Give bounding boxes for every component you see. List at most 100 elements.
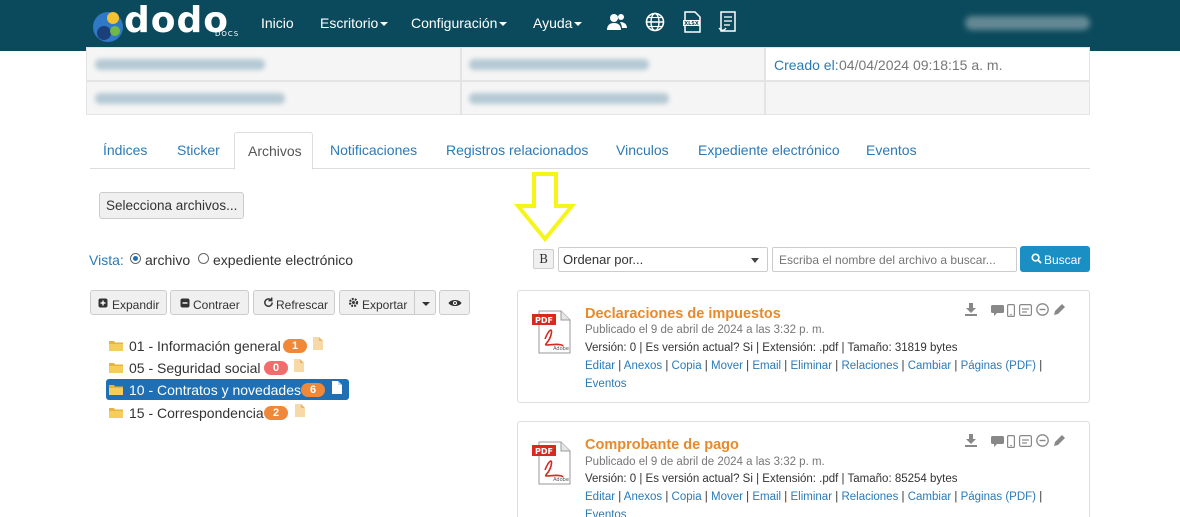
user-menu[interactable] (965, 16, 1090, 30)
mobile-icon[interactable] (1007, 304, 1015, 317)
events-link[interactable]: Eventos (585, 509, 627, 517)
nav-inicio[interactable]: Inicio (261, 15, 294, 31)
collapse-label: Contraer (193, 298, 240, 312)
count-badge: 2 (264, 406, 288, 420)
export-label: Exportar (362, 298, 408, 312)
edit-link[interactable]: Editar (585, 360, 615, 372)
comment-icon[interactable] (991, 436, 1004, 447)
comment-icon[interactable] (991, 305, 1004, 316)
id-card-icon[interactable] (1019, 304, 1032, 316)
attachments-link[interactable]: Anexos (624, 360, 662, 372)
bold-toggle-button[interactable]: B (533, 249, 554, 269)
refresh-label: Refrescar (276, 298, 329, 312)
redacted-text (469, 59, 649, 70)
email-link[interactable]: Email (752, 491, 781, 503)
export-dropdown-button[interactable] (414, 290, 436, 315)
gear-icon (348, 297, 359, 308)
dodo-logo[interactable]: dodo DOCS (90, 0, 240, 46)
select-files-button[interactable]: Selecciona archivos... (99, 192, 244, 219)
nav-escritorio[interactable]: Escritorio (320, 15, 389, 31)
eye-icon (448, 300, 462, 306)
collapse-icon (180, 298, 190, 308)
order-by-select[interactable]: Ordenar por... (558, 247, 768, 272)
tab-archivos-label: Archivos (248, 143, 302, 159)
file-icon (295, 404, 305, 417)
file-search-input[interactable] (772, 247, 1017, 272)
id-card-icon[interactable] (1019, 435, 1032, 447)
pdf-pages-link[interactable]: Páginas (PDF) (961, 491, 1036, 503)
pdf-file-icon: PDF Adobe (532, 310, 571, 354)
attachments-link[interactable]: Anexos (624, 491, 662, 503)
events-link[interactable]: Eventos (585, 378, 627, 390)
top-navbar: dodo DOCS Inicio Escritorio Configuració… (0, 0, 1180, 51)
file-card: PDF Adobe Declaraciones de impuestos Pub… (517, 290, 1090, 403)
globe-icon[interactable] (644, 11, 666, 33)
search-button[interactable]: Buscar (1020, 246, 1090, 272)
view-toggle-button[interactable] (439, 290, 470, 315)
nav-ayuda-label: Ayuda (533, 15, 573, 31)
select-files-label: Selecciona archivos... (106, 198, 238, 213)
radio-expediente[interactable] (198, 253, 209, 264)
change-link[interactable]: Cambiar (908, 491, 951, 503)
expand-button[interactable]: Expandir (90, 290, 167, 315)
file-card: PDF Adobe Comprobante de pago Publicado … (517, 421, 1090, 517)
tab-expediente-electronico[interactable]: Expediente electrónico (698, 142, 840, 158)
tab-indices[interactable]: Índices (103, 142, 147, 158)
file-published: Publicado el 9 de abril de 2024 a las 3:… (585, 324, 825, 336)
caret-down-icon (422, 302, 430, 306)
relations-link[interactable]: Relaciones (841, 491, 898, 503)
move-link[interactable]: Mover (711, 360, 743, 372)
copy-link[interactable]: Copia (672, 360, 702, 372)
pdf-file-icon: PDF Adobe (532, 441, 571, 485)
logo-subtext: DOCS (215, 30, 240, 38)
nav-configuracion[interactable]: Configuración (411, 15, 508, 31)
refresh-button[interactable]: Refrescar (253, 290, 335, 315)
annotation-arrow-icon (514, 172, 576, 243)
caret-down-icon (751, 258, 759, 263)
file-title[interactable]: Declaraciones de impuestos (585, 306, 781, 322)
created-label: Creado el: (774, 57, 839, 73)
download-icon[interactable] (965, 303, 977, 316)
radio-archivo[interactable] (130, 253, 141, 264)
delete-link[interactable]: Eliminar (791, 491, 833, 503)
tab-archivos[interactable]: Archivos (234, 132, 313, 170)
file-published: Publicado el 9 de abril de 2024 a las 3:… (585, 456, 825, 468)
download-icon[interactable] (965, 434, 977, 447)
export-button[interactable]: Exportar (339, 290, 415, 315)
folder-icon (109, 341, 123, 351)
tab-eventos[interactable]: Eventos (866, 142, 917, 158)
tab-vinculos[interactable]: Vinculos (616, 142, 669, 158)
expand-label: Expandir (112, 298, 160, 312)
mobile-icon[interactable] (1007, 435, 1015, 448)
refresh-icon (264, 297, 273, 307)
logo-text: dodo (124, 0, 230, 41)
pdf-pages-link[interactable]: Páginas (PDF) (961, 360, 1036, 372)
tab-sticker[interactable]: Sticker (177, 142, 220, 158)
view-label: Vista: (89, 252, 124, 268)
tab-registros-relacionados[interactable]: Registros relacionados (446, 142, 588, 158)
svg-text:PDF: PDF (535, 447, 553, 456)
email-link[interactable]: Email (752, 360, 781, 372)
move-link[interactable]: Mover (711, 491, 743, 503)
count-badge: 1 (283, 339, 307, 353)
users-icon[interactable] (606, 11, 628, 33)
order-by-value: Ordenar por... (563, 252, 644, 267)
nav-ayuda[interactable]: Ayuda (533, 15, 583, 31)
document-list-icon[interactable] (717, 11, 739, 33)
pencil-icon[interactable] (1053, 303, 1066, 316)
edit-link[interactable]: Editar (585, 491, 615, 503)
change-link[interactable]: Cambiar (908, 360, 951, 372)
tree-item-label: 05 - Seguridad social (129, 360, 261, 376)
record-icon[interactable] (1036, 303, 1049, 316)
tab-notificaciones[interactable]: Notificaciones (330, 142, 417, 158)
copy-link[interactable]: Copia (672, 491, 702, 503)
xlsx-file-icon[interactable]: XLSX (681, 11, 703, 33)
file-title[interactable]: Comprobante de pago (585, 437, 739, 453)
svg-text:Adobe: Adobe (553, 346, 569, 352)
pencil-icon[interactable] (1053, 434, 1066, 447)
delete-link[interactable]: Eliminar (791, 360, 833, 372)
file-info: Versión: 0 | Es versión actual? Si | Ext… (585, 473, 958, 485)
collapse-button[interactable]: Contraer (170, 290, 249, 315)
record-icon[interactable] (1036, 434, 1049, 447)
relations-link[interactable]: Relaciones (841, 360, 898, 372)
